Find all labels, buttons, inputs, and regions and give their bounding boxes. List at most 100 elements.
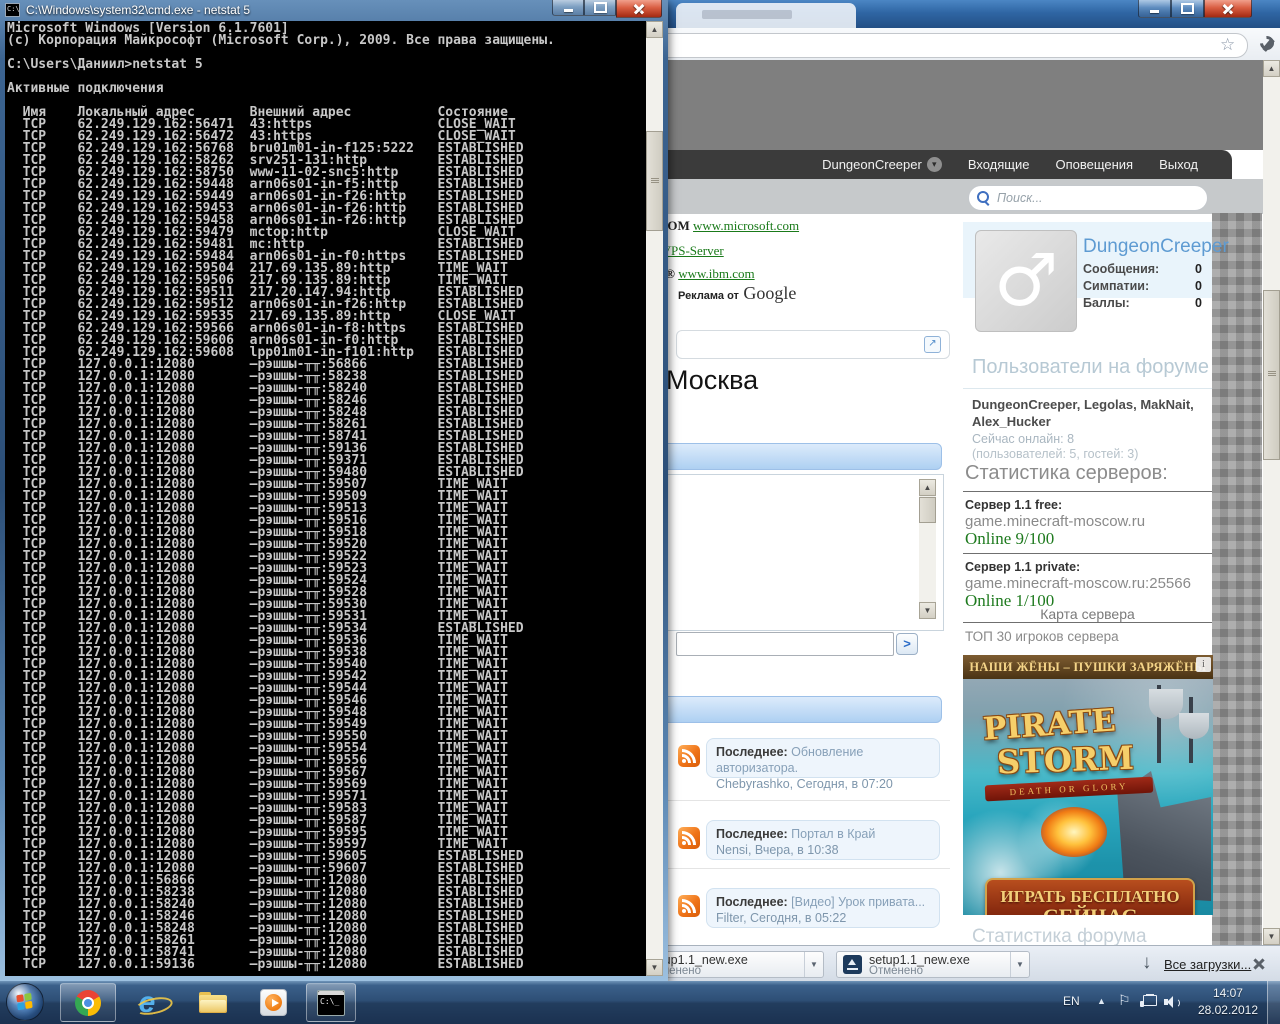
download-item[interactable]: setup1.1_new.exe Отменено ▼ — [836, 951, 1030, 978]
browser-close-button[interactable] — [1204, 0, 1252, 18]
console[interactable]: Microsoft Windows [Version 6.1.7601] (c)… — [5, 21, 663, 976]
ad-banner-strip: НАШИ ЖЁНЫ – ПУШКИ ЗАРЯЖЁНЫ — [963, 655, 1213, 679]
online-count: Сейчас онлайн: 8 — [972, 432, 1074, 446]
chevron-up-icon[interactable]: ▲ — [1097, 996, 1106, 1006]
scroll-down-icon[interactable]: ▼ — [646, 959, 663, 976]
server-map-link[interactable]: Карта сервера — [963, 606, 1212, 622]
browser-minimize-button[interactable] — [1138, 0, 1171, 18]
taskbar-ie-button[interactable]: e — [124, 983, 170, 1022]
divider — [660, 868, 950, 869]
play-free-button[interactable]: ИГРАТЬ БЕСПЛАТНО СЕЙЧАС — [985, 878, 1195, 915]
avatar[interactable]: ♂ — [975, 230, 1077, 332]
post-prefix: Последнее: — [716, 745, 788, 759]
forum-post-card[interactable]: Последнее: Портал в Край Nensi, Вчера, в… — [706, 820, 940, 860]
server-host: game.minecraft-moscow.ru:25566 — [965, 575, 1191, 592]
cmd-title: C:\Windows\system32\cmd.exe - netstat 5 — [26, 3, 250, 17]
minimize-icon — [564, 9, 573, 12]
bookmark-star-icon[interactable]: ☆ — [1220, 35, 1235, 55]
language-indicator[interactable]: EN — [1063, 994, 1080, 1008]
submit-button[interactable]: > — [896, 633, 918, 655]
taskbar-explorer-button[interactable] — [188, 983, 238, 1022]
cmd-titlebar[interactable]: C:\ C:\Windows\system32\cmd.exe - netsta… — [0, 0, 668, 21]
cmd-restore-button[interactable] — [584, 0, 616, 16]
top-players-link[interactable]: ТОП 30 игроков сервера — [965, 629, 1119, 644]
username: DungeonCreeper — [822, 157, 922, 172]
windows-logo-icon — [16, 993, 33, 1012]
close-icon[interactable] — [1252, 957, 1265, 970]
ad-artwork: PIRATE STORM DEATH OR GLORY ИГРАТЬ БЕСПЛ… — [963, 679, 1213, 915]
taskbar-cmd-button[interactable]: C:\_ — [306, 983, 356, 1022]
scrollbar-thumb[interactable] — [646, 131, 663, 231]
reply-input[interactable] — [676, 632, 894, 656]
chevron-down-icon[interactable]: ▼ — [804, 952, 823, 977]
content-scrollbar[interactable]: ▲ ▼ — [919, 479, 936, 619]
pirate-storm-ad[interactable]: НАШИ ЖЁНЫ – ПУШКИ ЗАРЯЖЁНЫ i PIRATE STOR… — [963, 655, 1213, 915]
taskbar-clock[interactable]: 14:07 28.02.2012 — [1198, 985, 1258, 1019]
breadcrumb-box: ↗ — [676, 330, 950, 359]
post-title[interactable]: [Видео] Урок привата... — [788, 895, 925, 909]
taskbar-chrome-button[interactable] — [60, 983, 116, 1022]
show-desktop-button[interactable] — [1267, 981, 1280, 1024]
rss-icon[interactable] — [678, 895, 700, 917]
taskbar-wmp-button[interactable] — [250, 983, 296, 1022]
cmd-close-button[interactable] — [616, 0, 662, 18]
ads-by-google[interactable]: Реклама от Google — [678, 283, 796, 304]
navbar-item-alerts[interactable]: Оповещения — [1055, 157, 1133, 172]
online-users-names[interactable]: DungeonCreeper, Legolas, MakNait, Alex_H… — [972, 396, 1204, 430]
wrench-menu-icon[interactable] — [1258, 36, 1276, 54]
tray-time: 14:07 — [1198, 985, 1258, 1002]
rss-icon[interactable] — [678, 827, 700, 849]
content-box: ▲ ▼ — [660, 474, 944, 631]
divider — [963, 491, 1212, 492]
search-input[interactable] — [995, 188, 1199, 208]
browser-maximize-button[interactable] — [1171, 0, 1204, 18]
close-icon — [634, 3, 645, 14]
search-icon — [977, 191, 989, 203]
ad-link-line: n® www.ibm.com — [658, 266, 755, 282]
scroll-down-icon[interactable]: ▼ — [1263, 928, 1280, 945]
address-bar[interactable] — [650, 33, 1248, 58]
external-link-icon[interactable]: ↗ — [924, 336, 941, 353]
profile-stat-row: Сообщения: 0 — [1083, 262, 1202, 278]
forum-post-card[interactable]: Последнее: [Видео] Урок привата... Filte… — [706, 888, 940, 928]
ad-title-line2: STORM — [996, 739, 1134, 782]
scroll-up-icon[interactable]: ▲ — [646, 21, 663, 38]
downloads-bar: setup1.1_new.exe Отменено ▼ setup1.1_new… — [650, 945, 1280, 981]
console-output: Microsoft Windows [Version 6.1.7601] (c)… — [7, 23, 555, 971]
ad-link-microsoft[interactable]: www.microsoft.com — [693, 218, 799, 233]
divider — [660, 800, 950, 801]
post-title[interactable]: Портал в Край — [788, 827, 876, 841]
scrollbar-thumb[interactable] — [1263, 290, 1280, 460]
page-title: Москва — [666, 365, 758, 396]
download-arrow-icon: ↓ — [1142, 952, 1152, 974]
post-prefix: Последнее: — [716, 827, 788, 841]
scroll-up-icon[interactable]: ▲ — [919, 479, 936, 496]
console-scrollbar[interactable]: ▲ ▼ — [646, 21, 663, 976]
scroll-up-icon[interactable]: ▲ — [1263, 60, 1280, 77]
cmd-window-controls — [552, 0, 662, 18]
online-detail: (пользователей: 5, гостей: 3) — [972, 447, 1138, 461]
forum-post-card[interactable]: Последнее: Обновление авторизатора. Cheb… — [706, 738, 940, 778]
taskbar: e C:\_ EN ▲ ⚐ 14:07 28.02.2012 — [0, 981, 1280, 1024]
ad-info-icon[interactable]: i — [1196, 657, 1211, 672]
browser-scrollbar[interactable]: ▲ ▼ — [1263, 60, 1280, 945]
online-users-heading: Пользователи на форуме — [972, 356, 1209, 379]
start-button[interactable] — [6, 983, 44, 1021]
profile-username[interactable]: DungeonCreeper — [1083, 236, 1229, 258]
chevron-down-icon[interactable]: ▼ — [1010, 952, 1029, 977]
scroll-down-icon[interactable]: ▼ — [919, 602, 936, 619]
all-downloads-link[interactable]: Все загрузки... — [1164, 957, 1251, 972]
action-center-flag-icon[interactable]: ⚐ — [1118, 992, 1131, 1009]
user-menu[interactable]: DungeonCreeper ▾ — [822, 157, 942, 172]
installer-file-icon — [843, 955, 862, 974]
server-label: Сервер 1.1 private: — [965, 560, 1080, 574]
cmd-minimize-button[interactable] — [552, 0, 584, 16]
scrollbar-thumb[interactable] — [919, 497, 936, 523]
ad-link-ibm[interactable]: www.ibm.com — [678, 266, 754, 281]
browser-tab[interactable] — [676, 3, 856, 28]
browser-titlebar[interactable] — [650, 0, 1280, 28]
navbar-item-inbox[interactable]: Входящие — [968, 157, 1030, 172]
rss-icon[interactable] — [678, 745, 700, 767]
server-host: game.minecraft-moscow.ru — [965, 513, 1145, 530]
navbar-item-logout[interactable]: Выход — [1159, 157, 1198, 172]
